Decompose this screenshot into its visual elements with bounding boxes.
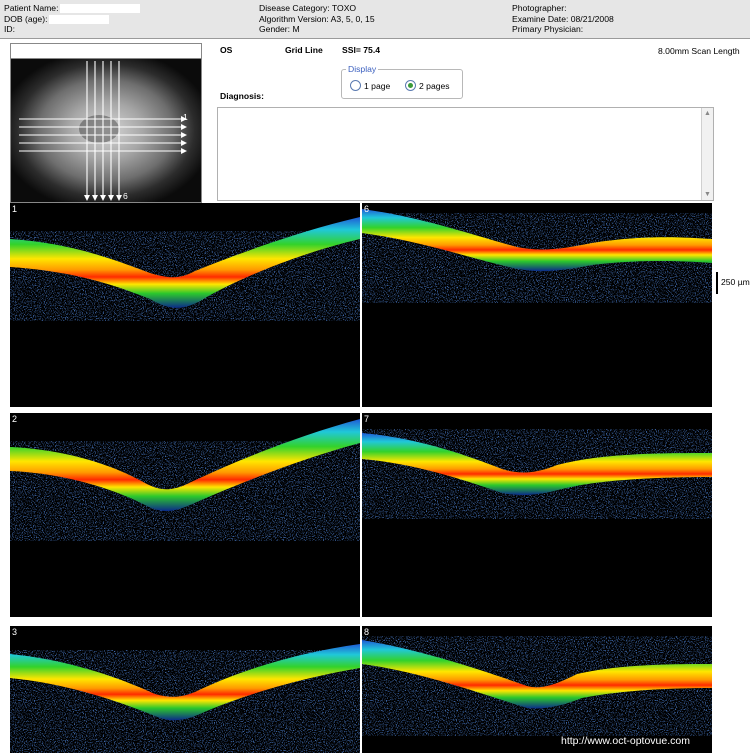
radio-2-pages-label: 2 pages	[419, 80, 450, 91]
diagnosis-scrollbar[interactable]: ▲ ▼	[701, 108, 713, 200]
dob-label: DOB (age):	[4, 13, 48, 24]
scan-number: 1	[12, 204, 18, 214]
exam-date: Examine Date: 08/21/2008	[512, 13, 614, 24]
patient-name-label: Patient Name:	[4, 3, 59, 13]
display-legend: Display	[346, 64, 379, 74]
disease-category: Disease Category: TOXO	[259, 3, 357, 13]
redacted-field	[49, 14, 110, 24]
radio-1-page-label: 1 page	[364, 80, 391, 91]
diagnosis-textarea[interactable]: ▲ ▼	[217, 107, 714, 201]
eye-label: OS	[220, 45, 233, 55]
scroll-down-icon[interactable]: ▼	[703, 190, 712, 199]
radio-2-pages[interactable]: 2 pages	[405, 80, 450, 91]
header-col-patient: Patient Name: DOB (age): ID:	[4, 3, 141, 35]
oct-scan-1[interactable]: 1	[10, 203, 360, 407]
radio-checked-icon[interactable]	[405, 80, 416, 91]
bscan-image	[10, 419, 360, 541]
radio-1-page[interactable]: 1 page	[350, 80, 390, 91]
scan-line-overlay	[19, 61, 187, 201]
protocol-label: Grid Line	[285, 45, 323, 55]
watermark-url: http://www.oct-optovue.com	[561, 735, 690, 747]
scan-length-label: 8.00mm Scan Length	[658, 46, 740, 56]
bscan-image	[362, 429, 712, 519]
oct-scan-7[interactable]: 7	[362, 413, 712, 617]
algorithm-version: Algorithm Version: A3, 5, 0, 15	[259, 13, 375, 24]
ssi-label: SSI= 75.4	[342, 45, 380, 55]
bscan-image	[10, 644, 360, 753]
fundus-title-bar	[11, 44, 201, 59]
scroll-up-icon[interactable]: ▲	[703, 109, 712, 118]
fundus-panel: 1 6	[10, 43, 202, 203]
scale-label: 250 µm	[721, 277, 750, 287]
bscan-image	[362, 636, 712, 736]
oct-scan-6[interactable]: 6	[362, 203, 712, 407]
id-label: ID:	[4, 24, 15, 34]
gender: Gender: M	[259, 24, 300, 34]
bscan-image	[10, 217, 360, 321]
scan-line-label-v: 6	[123, 191, 128, 201]
fundus-image[interactable]: 1 6	[11, 59, 201, 202]
primary-physician: Primary Physician:	[512, 24, 584, 34]
scan-number: 3	[12, 627, 18, 637]
scan-number: 6	[364, 204, 370, 214]
scan-line-label-h: 1	[183, 112, 188, 122]
scan-number: 7	[364, 414, 370, 424]
oct-scan-8[interactable]: 8 http://www.oct-optovue.com	[362, 626, 712, 753]
oct-scan-3[interactable]: 3	[10, 626, 360, 753]
radio-unchecked-icon[interactable]	[350, 80, 361, 91]
scan-number: 2	[12, 414, 18, 424]
photographer: Photographer:	[512, 3, 567, 13]
scale-bar	[716, 272, 718, 294]
diagnosis-label: Diagnosis:	[220, 91, 264, 101]
scan-number: 8	[364, 627, 370, 637]
display-options-group: Display 1 page 2 pages	[341, 64, 463, 99]
redacted-field	[60, 4, 141, 14]
bscan-image	[362, 209, 712, 303]
patient-header: Patient Name: DOB (age): ID: Disease Cat…	[0, 0, 750, 39]
header-col-staff: Photographer: Examine Date: 08/21/2008 P…	[512, 3, 614, 35]
header-col-exam: Disease Category: TOXO Algorithm Version…	[259, 3, 375, 35]
oct-scan-2[interactable]: 2	[10, 413, 360, 617]
